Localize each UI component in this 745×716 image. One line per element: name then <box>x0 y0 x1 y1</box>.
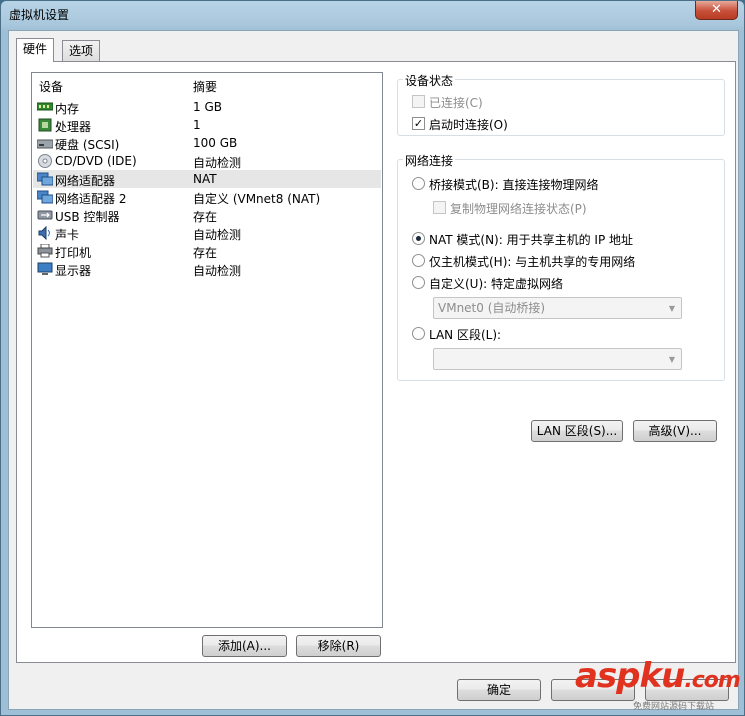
nat-radio[interactable] <box>412 232 425 245</box>
list-header: 设备 摘要 <box>32 73 382 94</box>
device-name: 网络适配器 2 <box>55 192 127 206</box>
client-area: 硬件 选项 设备 摘要 内存 1 GB 处理器 1 硬盘 (SCSI) 100 … <box>8 30 739 710</box>
printer-icon <box>37 244 53 258</box>
list-item[interactable]: CD/DVD (IDE) 自动检测 <box>33 152 381 170</box>
watermark-subtitle: 免费网站源码下载站 <box>633 702 715 712</box>
list-item[interactable]: 网络适配器 NAT <box>33 170 381 188</box>
cd-dvd-icon <box>38 154 52 168</box>
lan-segments-button[interactable]: LAN 区段(S)... <box>531 420 623 442</box>
device-name: 内存 <box>55 102 80 116</box>
device-name: USB 控制器 <box>55 210 120 224</box>
list-item[interactable]: 处理器 1 <box>33 116 381 134</box>
connected-checkbox[interactable] <box>412 95 425 108</box>
custom-label: 自定义(U): 特定虚拟网络 <box>429 277 564 291</box>
lan-segment-radio[interactable] <box>412 327 425 340</box>
list-item[interactable]: 声卡 自动检测 <box>33 224 381 242</box>
network-connection-group: 网络连接 桥接模式(B): 直接连接物理网络 复制物理网络连接状态(P) NAT… <box>397 152 725 381</box>
chevron-down-icon: ▼ <box>668 355 675 364</box>
title-bar[interactable]: 虚拟机设置 ✕ <box>1 1 744 29</box>
network-adapter-icon <box>37 190 53 204</box>
list-item[interactable]: 内存 1 GB <box>33 98 381 116</box>
watermark-com: .com <box>684 668 740 693</box>
ok-button[interactable]: 确定 <box>457 679 541 701</box>
device-name: 硬盘 (SCSI) <box>55 138 120 152</box>
watermark-ku: ku <box>639 656 686 696</box>
device-summary: 100 GB <box>193 136 238 150</box>
column-summary: 摘要 <box>193 80 218 94</box>
device-summary: NAT <box>193 172 217 186</box>
connect-at-power-on-label: 启动时连接(O) <box>429 118 508 132</box>
device-summary: 自动检测 <box>193 264 242 278</box>
lan-segment-label: LAN 区段(L): <box>429 328 502 342</box>
device-status-title: 设备状态 <box>403 72 456 89</box>
watermark-logo: aspku.com <box>575 656 741 696</box>
device-name: CD/DVD (IDE) <box>55 154 137 168</box>
watermark-asp: asp <box>575 656 641 696</box>
connected-label: 已连接(C) <box>429 96 483 110</box>
device-summary: 1 GB <box>193 100 222 114</box>
device-name: 网络适配器 <box>55 174 116 188</box>
device-list[interactable]: 设备 摘要 内存 1 GB 处理器 1 硬盘 (SCSI) 100 GB CD/… <box>31 72 383 628</box>
nat-label: NAT 模式(N): 用于共享主机的 IP 地址 <box>429 233 634 247</box>
replicate-checkbox[interactable] <box>433 201 446 214</box>
device-name: 显示器 <box>55 264 92 278</box>
device-summary: 存在 <box>193 246 218 260</box>
device-summary: 自动检测 <box>193 228 242 242</box>
hard-disk-icon <box>37 139 53 149</box>
custom-radio[interactable] <box>412 276 425 289</box>
remove-button[interactable]: 移除(R) <box>296 635 381 657</box>
memory-icon <box>37 102 53 111</box>
device-status-group: 设备状态 已连接(C) ✓ 启动时连接(O) <box>397 72 725 136</box>
list-item[interactable]: 打印机 存在 <box>33 242 381 260</box>
processor-icon <box>38 118 52 132</box>
host-only-label: 仅主机模式(H): 与主机共享的专用网络 <box>429 255 636 269</box>
device-summary: 1 <box>193 118 201 132</box>
advanced-button[interactable]: 高级(V)... <box>633 420 717 442</box>
connect-at-power-on-checkbox[interactable]: ✓ <box>412 117 425 130</box>
custom-network-value: VMnet0 (自动桥接) <box>438 301 546 315</box>
custom-network-select[interactable]: VMnet0 (自动桥接) ▼ <box>433 297 682 319</box>
close-button[interactable]: ✕ <box>695 1 738 20</box>
list-item[interactable]: 显示器 自动检测 <box>33 260 381 278</box>
bridged-radio[interactable] <box>412 177 425 190</box>
network-connection-title: 网络连接 <box>403 152 456 169</box>
device-name: 处理器 <box>55 120 92 134</box>
lan-segment-select[interactable]: ▼ <box>433 348 682 370</box>
host-only-radio[interactable] <box>412 254 425 267</box>
device-name: 打印机 <box>55 246 92 260</box>
list-item[interactable]: USB 控制器 存在 <box>33 206 381 224</box>
sound-card-icon <box>38 226 50 240</box>
device-name: 声卡 <box>55 228 80 242</box>
tab-hardware[interactable]: 硬件 <box>16 38 55 62</box>
add-button[interactable]: 添加(A)... <box>202 635 287 657</box>
usb-icon <box>37 210 53 220</box>
chevron-down-icon: ▼ <box>668 304 675 313</box>
vm-settings-window: 虚拟机设置 ✕ 硬件 选项 设备 摘要 内存 1 GB 处理器 1 硬盘 (SC… <box>0 0 745 716</box>
list-item[interactable]: 网络适配器 2 自定义 (VMnet8 (NAT) <box>33 188 381 206</box>
tab-options[interactable]: 选项 <box>62 40 101 62</box>
network-adapter-icon <box>37 172 53 186</box>
list-item[interactable]: 硬盘 (SCSI) 100 GB <box>33 134 381 152</box>
window-title: 虚拟机设置 <box>9 8 70 22</box>
bridged-label: 桥接模式(B): 直接连接物理网络 <box>429 178 599 192</box>
device-summary: 自动检测 <box>193 156 242 170</box>
device-summary: 存在 <box>193 210 218 224</box>
device-summary: 自定义 (VMnet8 (NAT) <box>193 192 321 206</box>
replicate-label: 复制物理网络连接状态(P) <box>450 202 587 216</box>
display-icon <box>37 262 53 275</box>
column-device: 设备 <box>39 80 64 94</box>
hardware-panel: 设备 摘要 内存 1 GB 处理器 1 硬盘 (SCSI) 100 GB CD/… <box>16 61 736 663</box>
